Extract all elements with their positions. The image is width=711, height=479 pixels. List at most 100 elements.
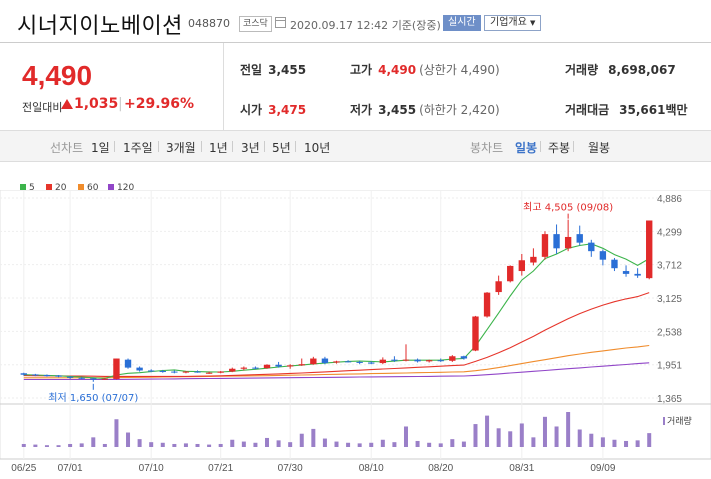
- change-separator: |: [118, 96, 123, 112]
- tab-monthly[interactable]: 월봉: [588, 139, 610, 156]
- y-tick-label: 2,538: [657, 327, 682, 338]
- volume-bar: [218, 443, 223, 447]
- company-info-dropdown[interactable]: 기업개요 ▼: [484, 15, 542, 31]
- tab-divider: [295, 141, 296, 152]
- tab-divider: [232, 141, 233, 152]
- candle-body: [483, 292, 491, 317]
- y-tick-label: 1,951: [657, 361, 682, 372]
- tab-divider: [114, 141, 115, 152]
- candle-body: [553, 234, 560, 249]
- tab-1y[interactable]: 1년: [209, 139, 228, 156]
- volume-bar: [322, 438, 327, 447]
- volume-bar: [44, 445, 49, 447]
- candle-body: [217, 371, 224, 373]
- volume-bar: [600, 437, 605, 447]
- candle-body: [530, 256, 537, 263]
- volume-bar: [647, 433, 652, 447]
- volume-bar: [288, 442, 293, 447]
- volume-bar: [230, 439, 235, 447]
- candle-body: [425, 360, 433, 362]
- tab-3y[interactable]: 3년: [241, 139, 260, 156]
- volume-bar: [207, 444, 212, 447]
- realtime-button[interactable]: 실시간: [443, 15, 481, 31]
- tab-divider: [201, 141, 202, 152]
- volume-bar: [91, 437, 96, 447]
- y-tick-label: 4,299: [657, 227, 682, 238]
- tab-daily[interactable]: 일봉: [515, 139, 537, 156]
- volume-bar: [102, 443, 107, 447]
- volume-bar: [554, 426, 559, 447]
- company-name: 시너지이노베이션: [17, 14, 183, 39]
- candle-body: [90, 378, 97, 380]
- volume-bar: [21, 443, 26, 447]
- volume-bar: [137, 439, 142, 447]
- volume-bar: [114, 419, 119, 447]
- stock-code: 048870: [188, 17, 230, 30]
- candle-body: [43, 374, 51, 377]
- candle-body: [576, 234, 583, 243]
- x-tick-label: 07/10: [139, 463, 164, 474]
- volume-bar: [473, 424, 478, 447]
- y-tick-label: 1,365: [657, 394, 682, 405]
- candle-body: [588, 242, 595, 252]
- high-price: 고가 4,490 (상한가 4,490): [350, 63, 500, 77]
- volume-bar: [79, 443, 84, 447]
- volume-bar: [519, 423, 524, 447]
- candle-body: [344, 361, 352, 363]
- candle-body: [599, 251, 607, 260]
- candle-body: [205, 372, 213, 374]
- candle-body: [159, 371, 166, 373]
- volume-bar: [346, 442, 351, 447]
- volume-bar: [183, 443, 188, 447]
- candle-body: [622, 271, 630, 274]
- prev-close: 전일 3,455: [240, 63, 307, 77]
- volume-bar: [33, 444, 38, 447]
- tab-1w[interactable]: 1주일: [123, 139, 153, 156]
- tab-divider: [573, 141, 574, 152]
- volume-legend: 거래량: [663, 414, 692, 427]
- candle-body: [646, 220, 653, 279]
- candlestick-chart[interactable]: 4,886 4,299 3,712 3,125 2,538 1,951 1,365 06/25…: [0, 190, 711, 479]
- volume-bar: [542, 416, 547, 447]
- volume-bar: [369, 442, 374, 447]
- quote-datetime: 2020.09.17 12:42 기준(장중): [290, 19, 441, 32]
- candle-body: [252, 367, 259, 369]
- tab-3m[interactable]: 3개월: [166, 139, 196, 156]
- candle-body: [182, 371, 190, 373]
- volume-bar: [450, 439, 455, 447]
- tab-10y[interactable]: 10년: [304, 139, 330, 156]
- volume: 거래량 8,698,067: [565, 63, 676, 77]
- volume-bar: [566, 412, 571, 447]
- candle-body: [611, 259, 618, 269]
- candle-body: [66, 376, 74, 378]
- volume-bar: [612, 439, 617, 447]
- volume-bar: [577, 429, 582, 447]
- candle-body: [32, 374, 39, 376]
- candle-body: [124, 359, 132, 368]
- summary-divider: [223, 43, 224, 131]
- volume-bar: [531, 437, 536, 447]
- candle-body: [20, 373, 27, 375]
- candle-body: [101, 378, 109, 380]
- candle-body: [229, 368, 236, 372]
- tab-1d[interactable]: 1일: [91, 139, 110, 156]
- min-annotation: 최저 1,650 (07/07): [48, 392, 138, 404]
- candle-body: [356, 361, 363, 363]
- volume-bar: [415, 440, 420, 447]
- candle-body: [564, 236, 572, 249]
- y-tick-label: 4,886: [657, 194, 682, 205]
- candle-body: [321, 358, 329, 364]
- price-change: 1,035: [74, 96, 119, 112]
- price-summary: 4,490 전일대비 1,035 | +29.96% 전일 3,455 시가 3,4…: [0, 42, 711, 131]
- candle-body: [333, 361, 340, 363]
- candle-body: [460, 356, 468, 359]
- line-chart-label: 선차트: [50, 141, 84, 155]
- calendar-icon: [275, 17, 286, 28]
- candle-body: [275, 364, 282, 367]
- tab-5y[interactable]: 5년: [272, 139, 291, 156]
- x-tick-label: 08/31: [509, 463, 534, 474]
- x-tick-label: 08/10: [359, 463, 384, 474]
- y-tick-label: 3,712: [657, 261, 682, 272]
- candle-body: [148, 370, 155, 372]
- tab-weekly[interactable]: 주봉: [548, 139, 570, 156]
